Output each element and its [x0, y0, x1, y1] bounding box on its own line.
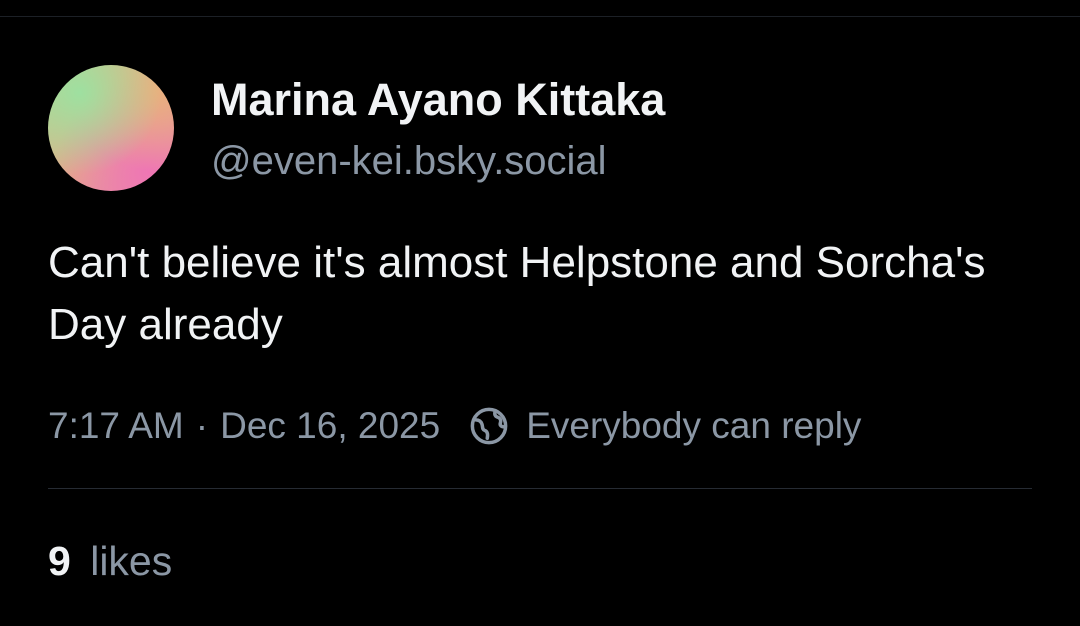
post-text: Can't believe it's almost Helpstone and …: [48, 238, 986, 349]
post-meta-row: 7:17 AM · Dec 16, 2025 Everybody can rep…: [48, 400, 861, 452]
post-date[interactable]: Dec 16, 2025: [220, 405, 440, 447]
avatar[interactable]: [48, 65, 174, 191]
author-display-name[interactable]: Marina Ayano Kittaka: [211, 72, 665, 128]
likes-stat[interactable]: 9 likes: [48, 535, 172, 587]
likes-count: 9: [48, 538, 71, 584]
top-divider: [0, 16, 1080, 17]
meta-separator: ·: [195, 405, 209, 446]
stats-divider: [48, 488, 1032, 489]
author-handle[interactable]: @even-kei.bsky.social: [211, 136, 607, 186]
post-time[interactable]: 7:17 AM: [48, 405, 184, 447]
globe-icon: [470, 407, 508, 445]
reply-setting-label: Everybody can reply: [526, 405, 862, 446]
likes-label: likes: [90, 538, 173, 584]
reply-setting-button[interactable]: Everybody can reply: [468, 405, 861, 447]
